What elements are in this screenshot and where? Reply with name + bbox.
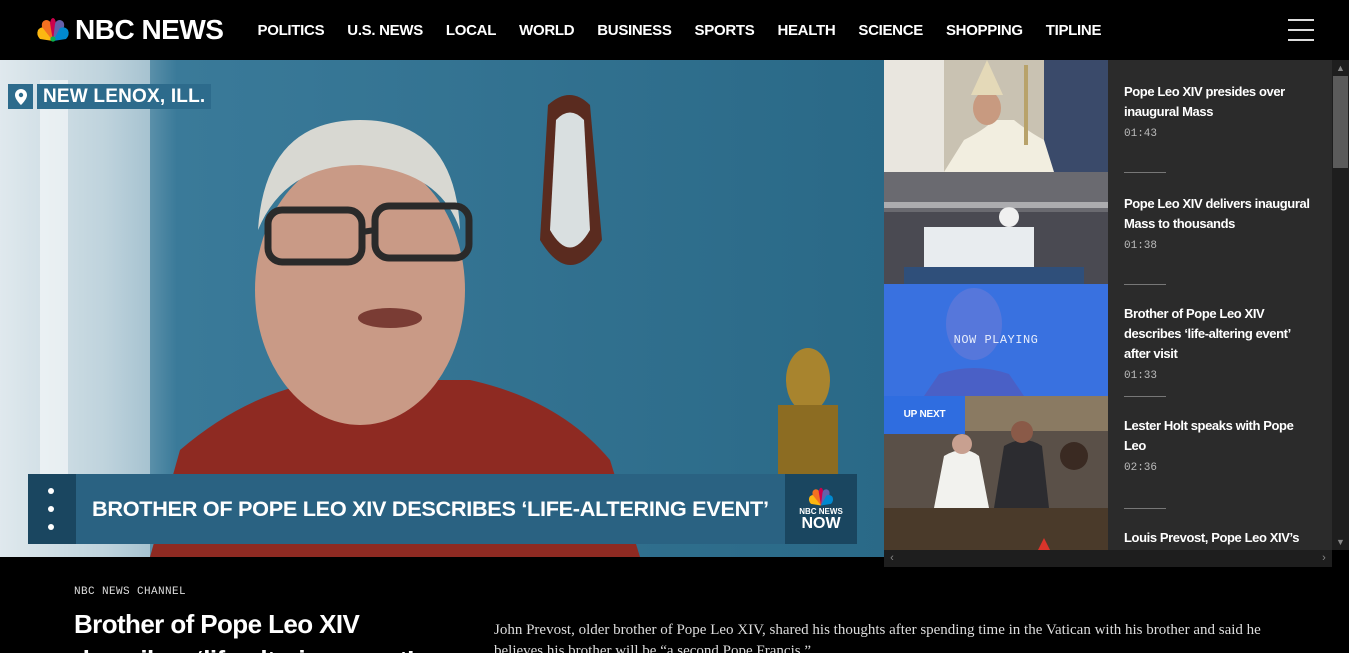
- playlist-scrollbar-vertical[interactable]: ▲ ▼: [1332, 60, 1349, 550]
- article-eyebrow[interactable]: NBC NEWS CHANNEL: [74, 586, 186, 598]
- map-pin-icon: [8, 84, 33, 109]
- playlist-thumbnail: [884, 60, 1108, 172]
- nav-business[interactable]: BUSINESS: [586, 22, 683, 39]
- playlist-title: Brother of Pope Leo XIV describes ‘life-…: [1124, 306, 1291, 361]
- location-label: NEW LENOX, ILL.: [37, 84, 212, 109]
- playlist-scrollbar-horizontal[interactable]: ‹ ›: [884, 550, 1332, 567]
- peacock-icon: [808, 487, 834, 505]
- nav-world[interactable]: WORLD: [508, 22, 586, 39]
- playlist-title: Lester Holt speaks with Pope Leo: [1124, 418, 1294, 453]
- lower-third-headline: BROTHER OF POPE LEO XIV DESCRIBES ‘LIFE-…: [76, 474, 785, 544]
- nav-science[interactable]: SCIENCE: [847, 22, 935, 39]
- nbc-news-now-bug: NBC NEWS NOW: [785, 474, 857, 544]
- nav-sports[interactable]: SPORTS: [683, 22, 766, 39]
- playlist-title: Louis Prevost, Pope Leo XIV’s: [1124, 530, 1300, 545]
- playlist-thumbnail: [884, 172, 1108, 284]
- playlist-duration: 01:38: [1124, 240, 1158, 252]
- bug-now: NOW: [801, 514, 841, 532]
- playlist-title: Pope Leo XIV presides over inaugural Mas…: [1124, 84, 1285, 119]
- scroll-right-icon[interactable]: ›: [1316, 550, 1332, 567]
- up-next-badge: UP NEXT: [884, 396, 965, 434]
- site-header: NBC NEWS POLITICS U.S. NEWS LOCAL WORLD …: [0, 0, 1349, 60]
- nav-politics[interactable]: POLITICS: [246, 22, 336, 39]
- playlist-thumbnail: [884, 508, 1108, 550]
- brand-name: NBC NEWS: [75, 14, 224, 45]
- playlist-duration: 01:43: [1124, 128, 1158, 140]
- playlist-duration: 02:36: [1124, 462, 1158, 474]
- nbc-news-logo[interactable]: NBC NEWS: [35, 14, 224, 45]
- playlist-item[interactable]: Pope Leo XIV presides over inaugural Mas…: [884, 60, 1332, 172]
- lower-third: BROTHER OF POPE LEO XIV DESCRIBES ‘LIFE-…: [28, 474, 857, 544]
- scroll-up-icon[interactable]: ▲: [1332, 60, 1349, 76]
- playlist-item[interactable]: Pope Leo XIV delivers inaugural Mass to …: [884, 172, 1332, 284]
- playlist-item-current[interactable]: NOW PLAYING Brother of Pope Leo XIV desc…: [884, 284, 1332, 396]
- nav-us-news[interactable]: U.S. NEWS: [336, 22, 435, 39]
- main-nav: POLITICS U.S. NEWS LOCAL WORLD BUSINESS …: [246, 0, 1113, 60]
- playlist-thumbnail: NOW PLAYING: [884, 284, 1108, 396]
- nav-local[interactable]: LOCAL: [434, 22, 507, 39]
- nav-tipline[interactable]: TIPLINE: [1034, 22, 1112, 39]
- location-tag: NEW LENOX, ILL.: [8, 84, 212, 109]
- video-player[interactable]: NEW LENOX, ILL. BROTHER OF POPE LEO XIV …: [0, 60, 884, 557]
- playlist-thumbnail: UP NEXT: [884, 396, 1108, 508]
- playlist-title: Pope Leo XIV delivers inaugural Mass to …: [1124, 196, 1310, 231]
- more-options-icon[interactable]: [28, 474, 76, 544]
- scroll-left-icon[interactable]: ‹: [884, 550, 900, 567]
- article-description: John Prevost, older brother of Pope Leo …: [494, 622, 1261, 653]
- nav-health[interactable]: HEALTH: [766, 22, 847, 39]
- nav-shopping[interactable]: SHOPPING: [934, 22, 1034, 39]
- scrollbar-thumb[interactable]: [1333, 76, 1348, 168]
- playlist-item[interactable]: Louis Prevost, Pope Leo XIV’s: [884, 508, 1332, 550]
- peacock-icon: [37, 18, 69, 42]
- article-headline: Brother of Pope Leo XIV describes ‘life-…: [74, 609, 414, 653]
- video-playlist: Pope Leo XIV presides over inaugural Mas…: [884, 60, 1349, 550]
- playlist-item[interactable]: UP NEXT Lester Holt speaks with Pope Leo…: [884, 396, 1332, 508]
- now-playing-overlay: NOW PLAYING: [884, 284, 1108, 396]
- playlist-duration: 01:33: [1124, 370, 1158, 382]
- hamburger-menu-icon[interactable]: [1288, 18, 1314, 42]
- scroll-down-icon[interactable]: ▼: [1332, 534, 1349, 550]
